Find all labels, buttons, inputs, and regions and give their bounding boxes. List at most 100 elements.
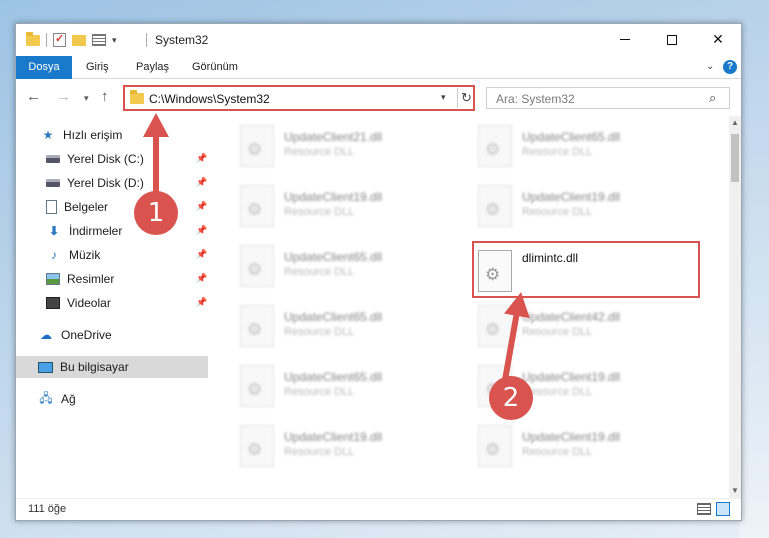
pictures-icon (46, 273, 60, 285)
sidebar-item-label: Yerel Disk (D:) (67, 176, 144, 190)
sidebar-item-videos[interactable]: Videolar 📌 (16, 292, 208, 314)
star-icon: ★ (42, 128, 54, 142)
dll-file-icon (240, 185, 274, 227)
tab-share[interactable]: Paylaş (126, 56, 179, 79)
folder-icon (26, 31, 40, 46)
network-icon: 🖧 (39, 390, 53, 405)
sidebar-item-pictures[interactable]: Resimler 📌 (16, 268, 208, 290)
dll-file-icon (478, 185, 512, 227)
tab-home[interactable]: Giriş (76, 56, 119, 79)
file-description: Resource DLL (284, 326, 355, 338)
file-highlight-box (472, 241, 700, 298)
close-button[interactable]: ✕ (695, 24, 741, 55)
sidebar-item-label: Hızlı erişim (63, 128, 123, 142)
search-placeholder: Ara: System32 (496, 92, 575, 106)
sidebar-item-network[interactable]: 🖧 Ağ (16, 388, 208, 410)
scroll-up-icon[interactable]: ▲ (731, 118, 739, 127)
window-title: System32 (155, 33, 209, 47)
large-icons-view-icon[interactable] (716, 502, 730, 516)
pin-icon[interactable]: 📌 (196, 225, 207, 236)
file-explorer-window: ▾ System32 ✕ Dosya Giriş Paylaş Görünüm … (15, 23, 742, 521)
close-icon: ✕ (712, 31, 724, 47)
file-item[interactable]: UpdateClient19.dll Resource DLL (450, 421, 680, 475)
sidebar-item-this-pc[interactable]: Bu bilgisayar (16, 356, 208, 378)
file-item[interactable]: UpdateClient19.dll Resource DLL (450, 361, 680, 415)
vertical-scrollbar[interactable]: ▲ ▼ (729, 116, 741, 498)
file-item[interactable]: UpdateClient19.dll Resource DLL (212, 421, 442, 475)
address-dropdown-icon[interactable]: ▾ (441, 92, 446, 103)
view-options-icon[interactable] (92, 34, 106, 46)
sidebar-item-label: OneDrive (61, 328, 112, 342)
title-bar: ▾ System32 ✕ (16, 24, 741, 56)
sidebar-item-label: Videolar (67, 296, 111, 310)
pin-icon[interactable]: 📌 (196, 249, 207, 260)
sidebar-item-label: İndirmeler (69, 224, 123, 238)
item-count: 111 öğe (28, 503, 67, 515)
refresh-button[interactable]: ↻ (457, 88, 475, 108)
up-button[interactable]: ↑ (101, 88, 109, 105)
help-icon[interactable]: ? (723, 60, 737, 74)
sidebar-item-label: Belgeler (64, 200, 109, 214)
search-input[interactable]: Ara: System32 ⌕ (486, 87, 730, 109)
minimize-button[interactable] (602, 24, 648, 55)
file-item[interactable]: UpdateClient65.dll Resource DLL (212, 361, 442, 415)
new-folder-icon[interactable] (72, 34, 86, 46)
dll-file-icon (240, 305, 274, 347)
file-item[interactable]: UpdateClient19.dll Resource DLL (212, 181, 442, 235)
scrollbar-thumb[interactable] (731, 134, 739, 182)
pin-icon[interactable]: 📌 (196, 201, 207, 212)
pin-icon[interactable]: 📌 (196, 153, 207, 164)
details-view-icon[interactable] (697, 503, 711, 515)
customize-toolbar-icon[interactable]: ▾ (112, 35, 117, 46)
file-description: Resource DLL (284, 146, 355, 158)
file-item[interactable]: UpdateClient19.dll Resource DLL (450, 181, 680, 235)
file-item[interactable]: UpdateClient21.dll Resource DLL (212, 121, 442, 175)
music-icon: ♪ (51, 248, 57, 262)
file-item[interactable]: UpdateClient65.dll Resource DLL (450, 121, 680, 175)
tab-view[interactable]: Görünüm (182, 56, 248, 79)
scroll-down-icon[interactable]: ▼ (731, 486, 739, 495)
sidebar-item-onedrive[interactable]: ☁ OneDrive (16, 324, 208, 346)
pin-icon[interactable]: 📌 (196, 177, 207, 188)
documents-icon (46, 200, 57, 214)
sidebar-item-label: Ağ (61, 392, 76, 406)
address-bar[interactable]: C:\Windows\System32 ▾ ↻ (123, 85, 475, 111)
file-item[interactable]: UpdateClient42.dll Resource DLL (450, 301, 680, 355)
recent-locations-button[interactable]: ▾ (84, 93, 89, 104)
file-item[interactable]: UpdateClient65.dll Resource DLL (212, 241, 442, 295)
sidebar-item-label: Yerel Disk (C:) (67, 152, 144, 166)
properties-icon[interactable] (53, 32, 66, 47)
step-badge-2: 2 (489, 376, 533, 420)
file-name: UpdateClient19.dll (522, 190, 621, 204)
file-item[interactable]: UpdateClient65.dll Resource DLL (212, 301, 442, 355)
search-icon[interactable]: ⌕ (709, 90, 716, 106)
pin-icon[interactable]: 📌 (196, 297, 207, 308)
file-description: Resource DLL (522, 446, 593, 458)
sidebar-item-music[interactable]: ♪ Müzik 📌 (16, 244, 208, 266)
status-bar: 111 öğe (16, 498, 741, 520)
tab-file[interactable]: Dosya (16, 56, 72, 79)
ribbon-tabs: Dosya Giriş Paylaş Görünüm ⌄ ? (16, 56, 741, 79)
sidebar-item-label: Müzik (69, 248, 101, 262)
annotation-arrowhead-2 (504, 289, 534, 319)
dll-file-icon (478, 125, 512, 167)
expand-ribbon-icon[interactable]: ⌄ (706, 61, 714, 72)
quick-access-toolbar: ▾ (26, 31, 117, 48)
pin-icon[interactable]: 📌 (196, 273, 207, 284)
forward-button[interactable]: → (56, 88, 71, 105)
file-name: UpdateClient65.dll (284, 370, 383, 384)
address-path[interactable]: C:\Windows\System32 (149, 92, 270, 106)
sidebar-item-local-disk-d[interactable]: Yerel Disk (D:) 📌 (16, 172, 208, 194)
sidebar-item-local-disk-c[interactable]: Yerel Disk (C:) 📌 (16, 148, 208, 170)
navigation-pane: ★ Hızlı erişim Yerel Disk (C:) 📌 Yerel D… (16, 116, 212, 498)
sidebar-item-quick-access[interactable]: ★ Hızlı erişim (16, 124, 208, 146)
file-list: UpdateClient21.dll Resource DLL UpdateCl… (212, 116, 729, 498)
computer-icon (38, 361, 53, 373)
sidebar-item-label: Bu bilgisayar (60, 360, 129, 374)
sidebar-item-documents[interactable]: Belgeler 📌 (16, 196, 208, 218)
file-name: UpdateClient19.dll (284, 190, 383, 204)
file-name: UpdateClient21.dll (284, 130, 383, 144)
maximize-button[interactable] (649, 24, 695, 55)
sidebar-item-downloads[interactable]: ⬇ İndirmeler 📌 (16, 220, 208, 242)
back-button[interactable]: ← (26, 88, 41, 105)
